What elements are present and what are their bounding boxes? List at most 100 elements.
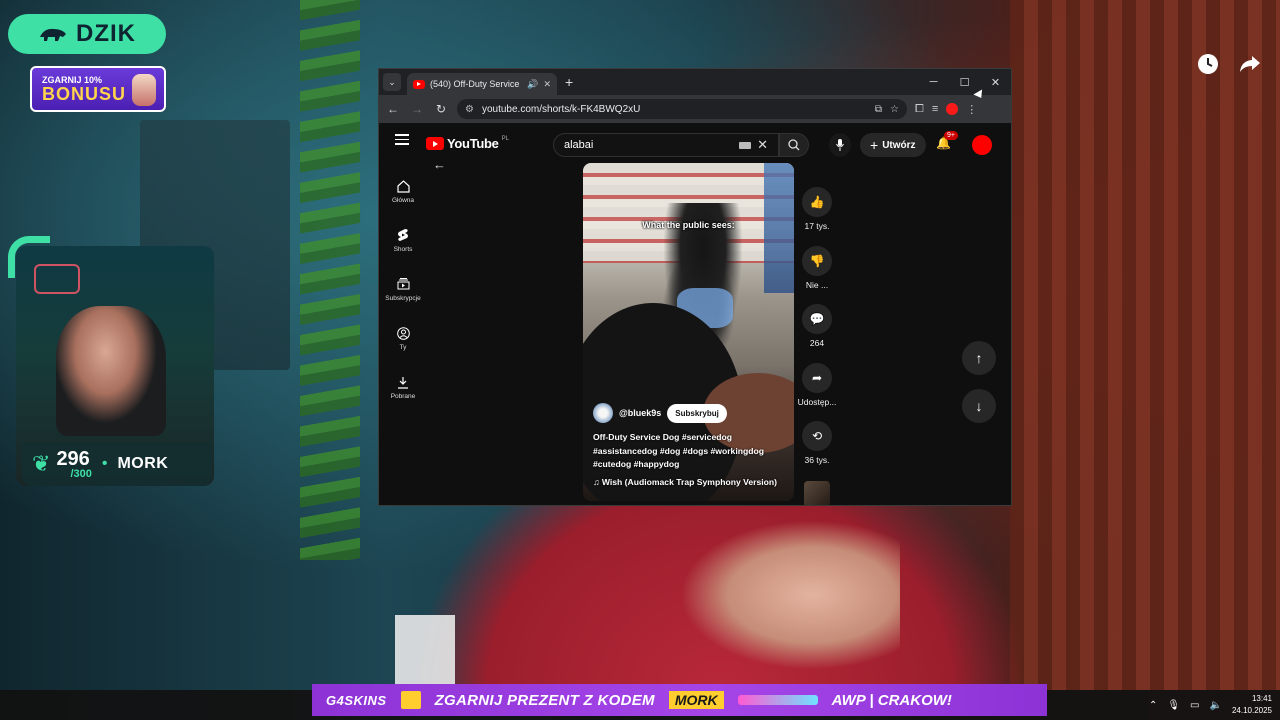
active-tab[interactable]: (540) Off-Duty Service Dog 🔊 ✕: [407, 73, 557, 95]
watch-later-icon[interactable]: [1196, 52, 1220, 76]
forward-icon[interactable]: →: [409, 102, 425, 116]
media-controls-icon[interactable]: ≡: [932, 103, 938, 115]
omnibox[interactable]: ⚙ youtube.com/shorts/k-FK4BWQ2xU ⧉ ☆: [457, 99, 907, 119]
sidebar-label: Ty: [399, 344, 407, 351]
mic-tray-icon[interactable]: 🎙: [1167, 700, 1180, 711]
channel-avatar[interactable]: [593, 403, 613, 423]
sub-goal-counter: ❦ 296 /300 • MORK: [22, 442, 212, 486]
background-plant: [300, 0, 360, 560]
display-icon[interactable]: ▭: [1190, 700, 1199, 711]
youtube-page: YouTube PL alabai ✕ + Utwórz 🔔 9+ ← Głów…: [379, 123, 1011, 505]
sub-count-goal: /300: [70, 467, 92, 480]
like-count: 17 tys.: [804, 221, 830, 231]
share-label: Udostęp...: [797, 396, 837, 407]
install-app-icon[interactable]: ⧉: [875, 104, 882, 115]
streamer-face: [56, 306, 166, 436]
separator-dot: •: [101, 455, 108, 472]
subscribe-button[interactable]: Subskrybuj: [667, 403, 727, 423]
skin-name: AWP | CRAKOW!: [831, 691, 952, 709]
back-icon[interactable]: ←: [385, 102, 401, 116]
menu-icon[interactable]: [395, 134, 409, 145]
back-arrow-icon[interactable]: ←: [433, 157, 446, 172]
dislike-label: Nie ...: [805, 279, 829, 290]
like-icon[interactable]: 👍: [802, 187, 832, 217]
next-short-button[interactable]: ↓: [962, 389, 996, 423]
comment-icon[interactable]: 💬: [802, 304, 832, 334]
sound-thumbnail[interactable]: [804, 481, 830, 505]
awp-skin-icon: [737, 695, 818, 705]
create-label: Utwórz: [882, 139, 916, 151]
new-tab-button[interactable]: +: [565, 74, 573, 90]
search-query[interactable]: alabai: [564, 139, 739, 151]
share-icon[interactable]: [1238, 52, 1262, 76]
sidebar-item-home[interactable]: Główna: [379, 167, 427, 216]
chevron-up-icon[interactable]: ⌃: [1149, 700, 1157, 711]
dislike-action[interactable]: 👎 Nie ...: [802, 245, 832, 305]
sub-count: 296 /300: [56, 449, 91, 480]
share-icon[interactable]: ➦: [802, 362, 832, 393]
like-action[interactable]: 👍 17 tys.: [802, 187, 832, 246]
dzik-logo: DZIK: [8, 14, 166, 54]
music-title: Wish (Audiomack Trap Symphony Version): [601, 477, 778, 487]
bonus-big-text: BONUSU: [42, 83, 127, 104]
tab-close-icon[interactable]: ✕: [543, 79, 551, 90]
embed-actions: [1196, 52, 1262, 76]
comment-action[interactable]: 💬 264: [802, 304, 832, 363]
volume-icon[interactable]: 🔈: [1210, 700, 1222, 711]
short-video-player[interactable]: What the public sees: @bluek9s Subskrybu…: [583, 163, 794, 501]
previous-short-button[interactable]: ↑: [962, 341, 996, 375]
music-row[interactable]: ♫ Wish (Audiomack Trap Symphony Version): [593, 477, 777, 487]
dislike-icon[interactable]: 👎: [802, 245, 832, 276]
youtube-wordmark: YouTube: [447, 136, 499, 151]
address-bar: ← → ↻ ⚙ youtube.com/shorts/k-FK4BWQ2xU ⧉…: [379, 95, 1011, 123]
channel-name[interactable]: @bluek9s: [619, 408, 661, 418]
youtube-logo[interactable]: YouTube PL: [426, 136, 509, 151]
site-info-icon[interactable]: ⚙: [465, 104, 474, 115]
minimize-icon[interactable]: ─: [918, 69, 949, 95]
background-sign: [395, 615, 455, 690]
clock[interactable]: 13:41 24.10.2025: [1232, 693, 1272, 717]
leaf-icon: ❦: [32, 451, 51, 476]
speaker-icon[interactable]: 🔊: [527, 79, 538, 90]
mic-icon: [836, 139, 844, 151]
bookmark-star-icon[interactable]: ☆: [890, 104, 899, 115]
shorts-icon: [396, 228, 410, 242]
maximize-icon[interactable]: ☐: [949, 69, 980, 95]
sidebar-label: Główna: [391, 197, 415, 204]
sidebar-nav: Główna Shorts Subskrypcje Ty Pobrane: [379, 167, 427, 412]
sidebar-item-you[interactable]: Ty: [379, 314, 427, 363]
search-input[interactable]: alabai ✕: [553, 133, 779, 157]
sidebar-item-subscriptions[interactable]: Subskrypcje: [379, 265, 427, 314]
short-actions: 👍 17 tys. 👎 Nie ... 💬 264 ➦ Udostęp... ⟲…: [794, 187, 840, 480]
video-description[interactable]: Off-Duty Service Dog #servicedog #assist…: [593, 431, 783, 472]
country-code: PL: [501, 135, 509, 142]
subscriptions-icon: [396, 277, 410, 291]
remix-icon[interactable]: ⟲: [802, 421, 832, 451]
system-tray: ⌃ 🎙 ▭ 🔈 13:41 24.10.2025: [1149, 690, 1272, 720]
keyboard-icon[interactable]: [739, 141, 752, 149]
create-button[interactable]: + Utwórz: [860, 133, 926, 157]
promo-text: ZGARNIJ PREZENT Z KODEM: [434, 691, 655, 709]
close-icon[interactable]: ✕: [980, 69, 1011, 95]
url-text[interactable]: youtube.com/shorts/k-FK4BWQ2xU: [482, 104, 867, 115]
youtube-header: YouTube PL alabai ✕ + Utwórz 🔔 9+: [379, 123, 1011, 163]
profile-avatar[interactable]: [946, 103, 959, 115]
remix-action[interactable]: ⟲ 36 tys.: [802, 421, 832, 480]
you-icon: [396, 326, 410, 340]
reload-icon[interactable]: ↻: [433, 102, 449, 116]
voice-search-button[interactable]: [829, 133, 851, 157]
extensions-icon[interactable]: ⧠: [915, 103, 924, 116]
window-controls: ─ ☐ ✕: [918, 69, 1011, 95]
sidebar-item-shorts[interactable]: Shorts: [379, 216, 427, 265]
tab-search-button[interactable]: ⌄: [383, 73, 401, 91]
clear-search-icon[interactable]: ✕: [757, 137, 768, 153]
share-action[interactable]: ➦ Udostęp...: [797, 362, 837, 422]
youtube-play-icon: [426, 137, 444, 150]
brand-name: DZIK: [76, 20, 136, 47]
sponsor-brand: G4SKINS: [326, 692, 387, 708]
account-avatar[interactable]: [972, 135, 992, 155]
background-wall: [1010, 0, 1280, 690]
search-button[interactable]: [779, 133, 809, 157]
sidebar-item-downloads[interactable]: Pobrane: [379, 363, 427, 412]
browser-menu-icon[interactable]: ⋮: [966, 103, 977, 116]
